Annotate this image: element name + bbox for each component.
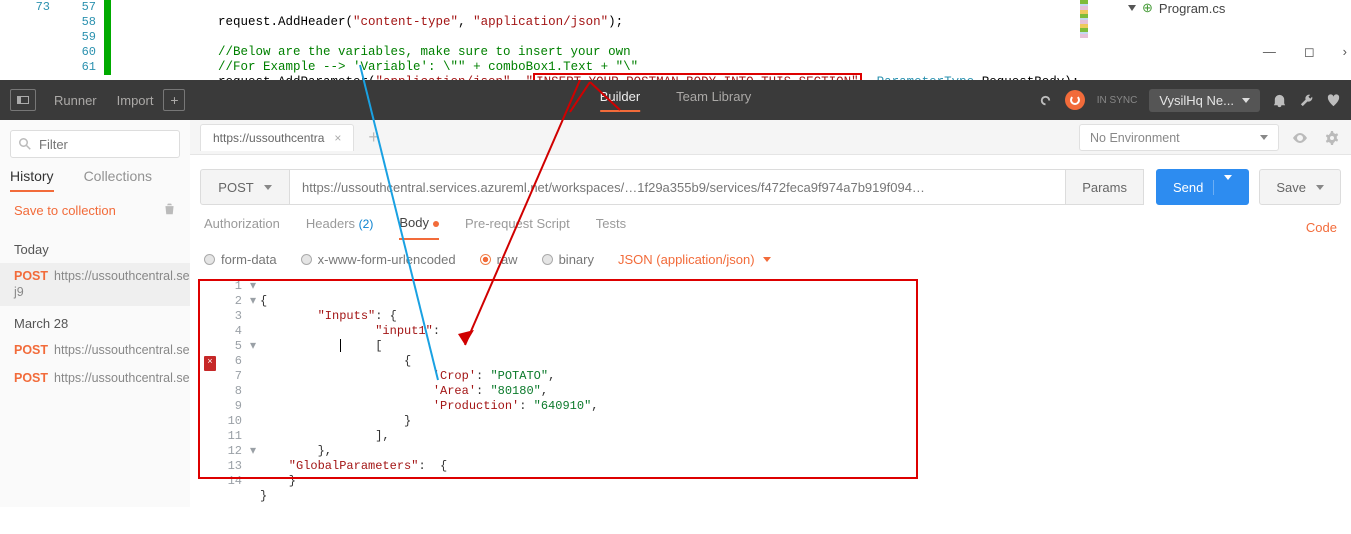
env-quicklook-icon[interactable] xyxy=(1289,127,1311,149)
heart-icon[interactable] xyxy=(1326,93,1341,108)
save-button[interactable]: Save xyxy=(1259,169,1341,205)
prerequest-tab[interactable]: Pre-request Script xyxy=(465,216,570,239)
window-controls[interactable]: — ◻ › xyxy=(1263,44,1347,60)
http-method-label: POST xyxy=(218,180,253,195)
environment-selector[interactable]: No Environment xyxy=(1079,124,1279,151)
workspace-label: VysilHq Ne... xyxy=(1159,93,1234,108)
postman-main: https://ussouthcentra × + No Environment… xyxy=(190,120,1351,507)
env-settings-icon[interactable] xyxy=(1321,127,1343,149)
headers-tab[interactable]: Headers (2) xyxy=(306,216,373,239)
body-editor[interactable]: × 1234567891011121314 ▾▾▾▾ { "Inputs": {… xyxy=(204,279,1337,534)
sidebar-filter-input[interactable] xyxy=(10,130,180,158)
chevron-down-icon xyxy=(1242,98,1250,103)
tests-tab[interactable]: Tests xyxy=(596,216,626,239)
authorization-tab[interactable]: Authorization xyxy=(204,216,280,239)
toggle-sidebar-button[interactable] xyxy=(10,89,36,111)
send-dropdown-icon[interactable] xyxy=(1213,180,1232,195)
vs-change-marks xyxy=(104,0,118,80)
history-item[interactable]: POSThttps://ussouthcentral.services.azur… xyxy=(14,337,176,365)
body-type-options: form-data x-www-form-urlencoded raw bina… xyxy=(190,240,1351,279)
save-label: Save xyxy=(1276,180,1306,195)
environment-label: No Environment xyxy=(1090,131,1180,145)
postman-sidebar: History Collections Save to collection T… xyxy=(0,120,190,507)
request-bar: POST https://ussouthcentral.services.azu… xyxy=(200,169,1341,205)
interceptor-icon[interactable] xyxy=(1038,93,1053,108)
vs-code-body[interactable]: request.AddHeader("content-type", "appli… xyxy=(118,0,1079,80)
solution-explorer-item[interactable]: ⊕ Program.cs xyxy=(1128,0,1225,16)
chevron-down-icon xyxy=(763,257,771,262)
csharp-file-icon: ⊕ xyxy=(1142,0,1153,16)
postman-topbar: Runner Import + Builder Team Library IN … xyxy=(0,80,1351,120)
history-heading-march: March 28 xyxy=(14,306,176,337)
workspace-selector[interactable]: VysilHq Ne... xyxy=(1149,89,1260,112)
notifications-icon[interactable] xyxy=(1272,93,1287,108)
request-tab-label: https://ussouthcentra xyxy=(213,131,324,145)
chevron-down-icon xyxy=(264,185,272,190)
fold-gutter[interactable]: ▾▾▾▾ xyxy=(250,279,260,534)
minimize-icon[interactable]: — xyxy=(1263,44,1276,60)
vs-overview-ruler[interactable] xyxy=(1080,0,1088,38)
chevron-down-icon xyxy=(1316,185,1324,190)
runner-button[interactable]: Runner xyxy=(54,93,97,108)
request-subtabs: Authorization Headers (2) Body Pre-reque… xyxy=(190,215,1351,240)
builder-tab[interactable]: Builder xyxy=(600,89,640,112)
import-button[interactable]: Import xyxy=(117,93,154,108)
save-to-collection-link[interactable]: Save to collection xyxy=(14,203,116,218)
unsaved-dot-icon xyxy=(433,221,439,227)
search-icon xyxy=(19,138,31,150)
send-label: Send xyxy=(1173,180,1203,195)
body-tab[interactable]: Body xyxy=(399,215,439,240)
vs-outer-line-numbers: 73 xyxy=(0,0,56,80)
history-item[interactable]: POSThttps://ussouthcentral.services.azur… xyxy=(0,263,190,306)
request-url-input[interactable]: https://ussouthcentral.services.azureml.… xyxy=(290,169,1066,205)
http-method-selector[interactable]: POST xyxy=(200,169,290,205)
generate-code-link[interactable]: Code xyxy=(1306,220,1337,235)
center-tabs: Builder Team Library xyxy=(600,89,752,112)
request-tabs-row: https://ussouthcentra × + No Environment xyxy=(190,120,1351,155)
maximize-icon[interactable]: ◻ xyxy=(1304,44,1315,60)
sync-icon[interactable] xyxy=(1065,90,1085,110)
content-type-selector[interactable]: JSON (application/json) xyxy=(618,252,771,267)
editor-content[interactable]: { "Inputs": { "input1": [ { 'Crop': "POT… xyxy=(260,279,598,534)
content-type-label: JSON (application/json) xyxy=(618,252,755,267)
error-marker-icon: × xyxy=(204,356,216,371)
error-gutter: × xyxy=(204,279,220,534)
new-tab-button[interactable]: + xyxy=(163,89,185,111)
params-button[interactable]: Params xyxy=(1066,169,1144,205)
history-heading-today: Today xyxy=(14,232,176,263)
binary-radio[interactable]: binary xyxy=(542,252,594,267)
vs-line-numbers: 5758596061 xyxy=(56,0,104,80)
headers-count-badge: (2) xyxy=(359,217,374,231)
vs-code-strip: 73 5758596061 request.AddHeader("content… xyxy=(0,0,1351,80)
solution-file-label: Program.cs xyxy=(1159,1,1225,16)
send-button[interactable]: Send xyxy=(1156,169,1249,205)
add-tab-button[interactable]: + xyxy=(360,127,387,148)
settings-icon[interactable] xyxy=(1299,93,1314,108)
close-arrow-icon[interactable]: › xyxy=(1343,44,1347,60)
collections-tab[interactable]: Collections xyxy=(84,168,152,192)
history-item[interactable]: POSThttps://ussouthcentral.services.azur… xyxy=(14,365,176,393)
chevron-right-icon xyxy=(1128,5,1136,11)
chevron-down-icon xyxy=(1260,135,1268,140)
text-caret xyxy=(340,339,341,352)
team-library-tab[interactable]: Team Library xyxy=(676,89,751,112)
sync-label: IN SYNC xyxy=(1097,95,1138,106)
urlencoded-radio[interactable]: x-www-form-urlencoded xyxy=(301,252,456,267)
line-number-gutter: 1234567891011121314 xyxy=(220,279,250,534)
history-tab[interactable]: History xyxy=(10,168,54,192)
request-tab[interactable]: https://ussouthcentra × xyxy=(200,124,354,151)
close-tab-icon[interactable]: × xyxy=(334,131,341,145)
raw-radio[interactable]: raw xyxy=(480,252,518,267)
clear-history-icon[interactable] xyxy=(163,202,176,218)
formdata-radio[interactable]: form-data xyxy=(204,252,277,267)
